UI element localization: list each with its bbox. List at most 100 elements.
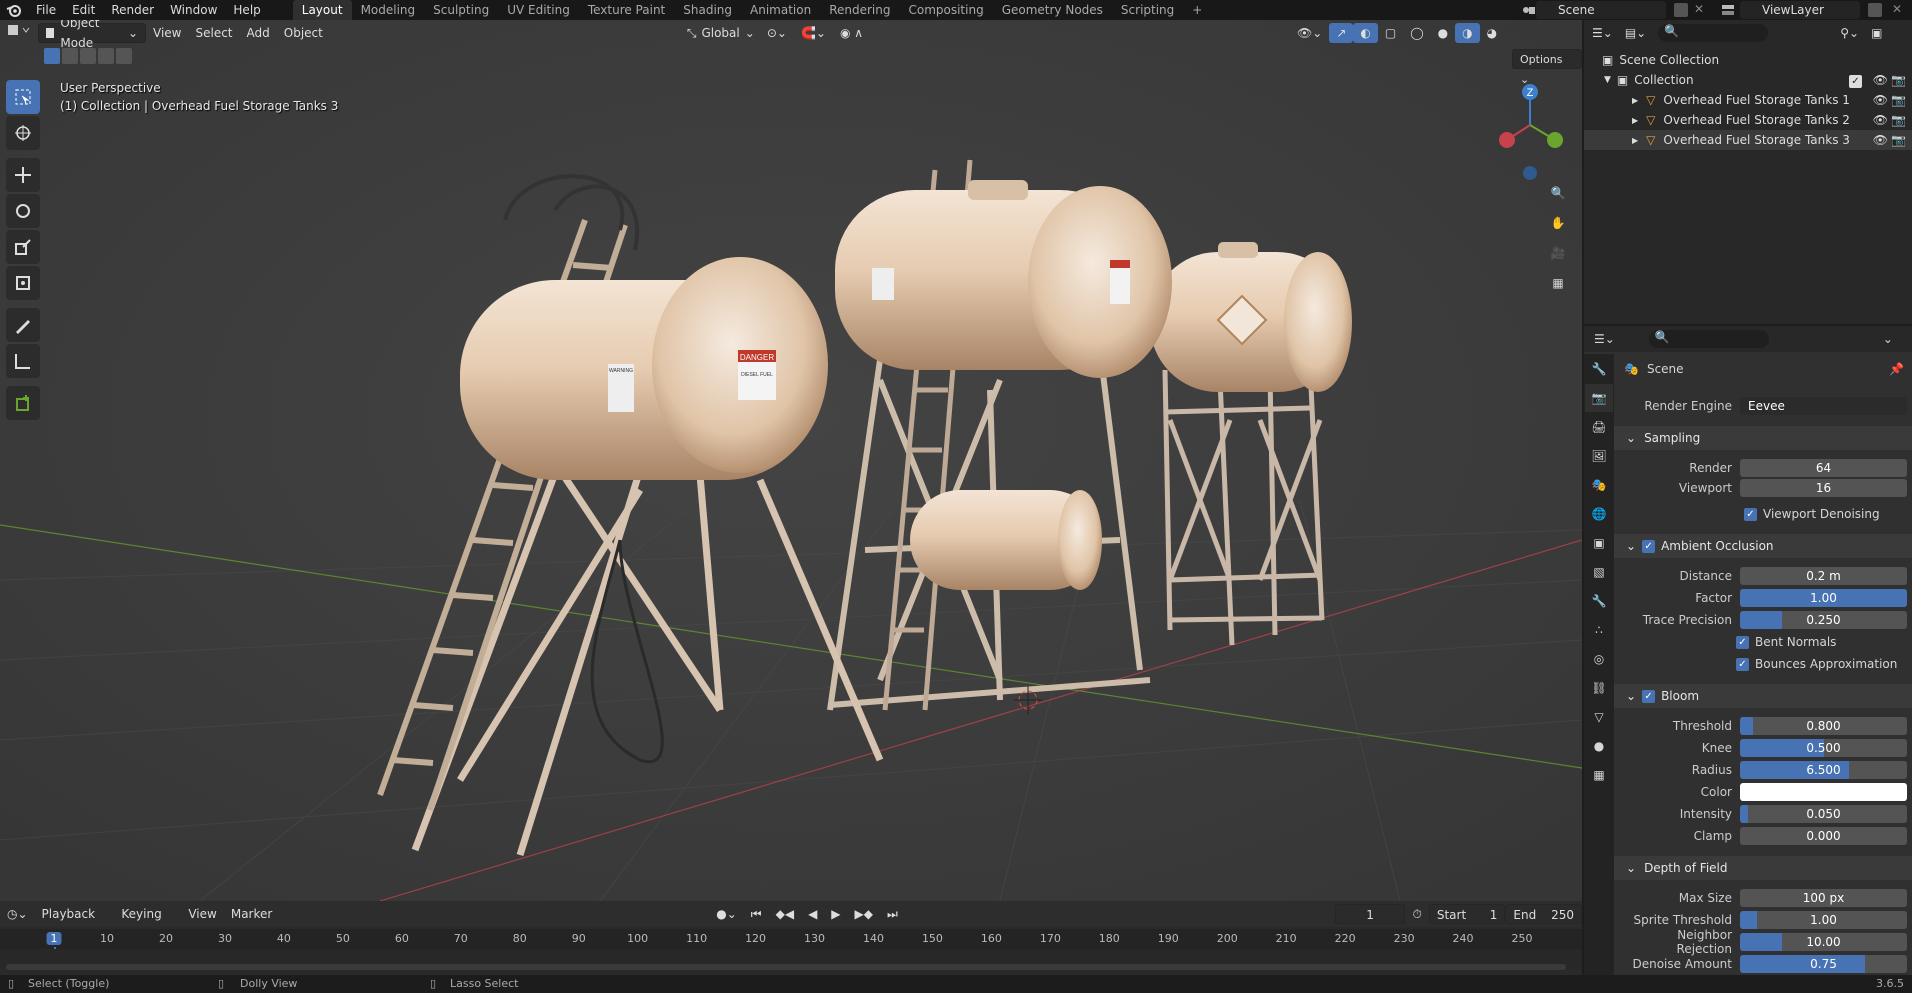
viewport-menu-object[interactable]: Object <box>277 23 330 43</box>
snap-icon[interactable]: 🧲⌄ <box>794 23 833 43</box>
outliner-scene-collection[interactable]: ▣ Scene Collection <box>1584 50 1912 70</box>
add-cube-tool-icon[interactable] <box>6 386 40 420</box>
constraints-tab-icon[interactable]: ⛓ <box>1585 674 1613 702</box>
dof-denoise-amount-slider[interactable]: 0.75 <box>1740 955 1907 973</box>
workspace-tab-animation[interactable]: Animation <box>741 0 820 20</box>
properties-search-input[interactable]: 🔍 <box>1648 330 1769 348</box>
tool-tab-icon[interactable]: 🔧 <box>1585 355 1613 383</box>
chevron-right-icon[interactable]: ▶ <box>1632 116 1638 125</box>
shading-solid-icon[interactable]: ● <box>1431 23 1455 43</box>
filter-icon[interactable]: ⚲⌄ <box>1840 26 1859 40</box>
ao-trace-precision-slider[interactable]: 0.250 <box>1740 611 1907 629</box>
jump-keyframe-forward-icon[interactable]: ▶◆ <box>848 904 880 924</box>
bloom-threshold-slider[interactable]: 0.800 <box>1740 717 1907 735</box>
view-layer-tab-icon[interactable]: 🖼 <box>1585 442 1613 470</box>
world-tab-icon[interactable]: 🌐 <box>1585 500 1613 528</box>
jump-start-icon[interactable]: ⏮ <box>744 904 769 924</box>
viewport-menu-select[interactable]: Select <box>188 23 239 43</box>
options-button[interactable]: Options ⌄ <box>1512 49 1582 86</box>
render-tab-icon[interactable]: 📷 <box>1585 384 1613 412</box>
transform-tool-icon[interactable] <box>6 266 40 300</box>
shading-wireframe-icon[interactable]: ◯ <box>1403 23 1430 43</box>
blender-logo-icon[interactable] <box>0 0 28 20</box>
timeline-view-menu[interactable]: View <box>181 904 223 924</box>
menu-window[interactable]: Window <box>162 0 225 20</box>
particles-tab-icon[interactable]: ∴ <box>1585 616 1613 644</box>
scene-tab-icon[interactable]: 🎭 <box>1585 471 1613 499</box>
eye-icon[interactable]: 👁 <box>1873 73 1888 87</box>
camera-render-icon[interactable]: 📷 <box>1891 73 1906 87</box>
select-invert-icon[interactable] <box>98 48 114 64</box>
add-workspace-icon[interactable]: + <box>1183 0 1211 20</box>
camera-view-icon[interactable]: 🎥 <box>1545 240 1571 266</box>
viewport-denoising-checkbox[interactable]: ✓ Viewport Denoising <box>1744 504 1912 524</box>
camera-render-icon[interactable]: 📷 <box>1891 93 1906 107</box>
chevron-right-icon[interactable]: ▶ <box>1632 136 1638 145</box>
eye-icon[interactable]: 👁 <box>1873 93 1888 107</box>
outliner-collection[interactable]: ▼ ▣ Collection ✓ 👁 📷 <box>1584 70 1912 90</box>
select-intersect-icon[interactable] <box>116 48 132 64</box>
dof-panel-header[interactable]: ⌄ Depth of Field <box>1614 856 1912 880</box>
new-scene-icon[interactable] <box>1674 3 1688 17</box>
object-tab-icon[interactable]: ▧ <box>1585 558 1613 586</box>
dof-neighbor-rejection-slider[interactable]: 10.00 <box>1740 933 1907 951</box>
xray-toggle-icon[interactable]: ▢ <box>1378 23 1403 43</box>
menu-help[interactable]: Help <box>225 0 268 20</box>
output-tab-icon[interactable]: 🖨 <box>1585 413 1613 441</box>
workspace-tab-geometry-nodes[interactable]: Geometry Nodes <box>993 0 1112 20</box>
mode-selector[interactable]: Object Mode ⌄ <box>38 20 146 50</box>
material-tab-icon[interactable]: ● <box>1585 732 1613 760</box>
play-icon[interactable]: ▶ <box>824 904 847 924</box>
menu-file[interactable]: File <box>28 0 64 20</box>
chevron-down-icon[interactable]: ▼ <box>1604 75 1611 85</box>
playback-menu[interactable]: Playback ⌄ <box>35 904 115 941</box>
camera-render-icon[interactable]: 📷 <box>1891 133 1906 147</box>
ao-panel-header[interactable]: ⌄ ✓ Ambient Occlusion <box>1614 534 1912 558</box>
move-tool-icon[interactable] <box>6 158 40 192</box>
overlay-toggle-icon[interactable]: ◐ <box>1353 23 1378 43</box>
workspace-tab-shading[interactable]: Shading <box>674 0 741 20</box>
workspace-tab-compositing[interactable]: Compositing <box>899 0 992 20</box>
select-subtract-icon[interactable] <box>80 48 96 64</box>
cursor-tool-icon[interactable] <box>6 116 40 150</box>
measure-tool-icon[interactable] <box>6 344 40 378</box>
navigation-gizmo[interactable]: Z <box>1490 80 1570 190</box>
select-new-icon[interactable] <box>44 48 60 64</box>
pivot-point-icon[interactable]: ⊙⌄ <box>760 23 794 43</box>
end-frame-field[interactable]: End 250 <box>1505 904 1582 924</box>
timeline-ruler[interactable]: 1 10 20 30 40 50 60 70 80 90 100 110 120 130 140 150 160… <box>0 929 1582 969</box>
stopwatch-icon[interactable]: ⏱ <box>1405 904 1428 924</box>
zoom-icon[interactable]: 🔍 <box>1545 180 1571 206</box>
viewport-menu-view[interactable]: View <box>146 23 188 43</box>
workspace-tab-sculpting[interactable]: Sculpting <box>424 0 498 20</box>
workspace-tab-texture-paint[interactable]: Texture Paint <box>579 0 674 20</box>
play-reverse-icon[interactable]: ◀ <box>801 904 824 924</box>
collection-tab-icon[interactable]: ▣ <box>1585 529 1613 557</box>
pin-icon[interactable]: 📌 <box>1889 362 1904 376</box>
ao-distance-field[interactable]: 0.2 m <box>1740 567 1907 585</box>
ao-factor-slider[interactable]: 1.00 <box>1740 589 1907 607</box>
start-frame-field[interactable]: Start 1 <box>1428 904 1506 924</box>
display-mode-icon[interactable]: ▤⌄ <box>1625 26 1646 40</box>
bloom-intensity-slider[interactable]: 0.050 <box>1740 805 1907 823</box>
scale-tool-icon[interactable] <box>6 230 40 264</box>
visibility-icon[interactable]: 👁⌄ <box>1290 23 1329 43</box>
new-view-layer-icon[interactable] <box>1868 3 1882 17</box>
jump-keyframe-back-icon[interactable]: ◆◀ <box>769 904 801 924</box>
ao-enable-checkbox[interactable]: ✓ <box>1642 539 1656 553</box>
current-frame-field[interactable]: 1 <box>1334 904 1406 924</box>
exclude-checkbox-icon[interactable]: ✓ <box>1849 73 1868 88</box>
timeline-scrollbar[interactable] <box>6 964 1566 970</box>
select-extend-icon[interactable] <box>62 48 78 64</box>
gizmo-toggle-icon[interactable]: ↗ <box>1329 23 1354 43</box>
keying-menu[interactable]: Keying ⌄ <box>114 904 181 941</box>
properties-editor-type-icon[interactable]: ☰⌄ <box>1594 332 1615 346</box>
marker-menu[interactable]: Marker <box>224 904 279 924</box>
workspace-tab-modeling[interactable]: Modeling <box>352 0 425 20</box>
delete-view-layer-icon[interactable]: ✕ <box>1892 2 1902 16</box>
scene-selector[interactable]: Scene <box>1536 1 1666 19</box>
editor-type-icon[interactable] <box>0 23 38 43</box>
data-tab-icon[interactable]: ▽ <box>1585 703 1613 731</box>
view-layer-icon[interactable] <box>1720 2 1736 18</box>
auto-keying-icon[interactable]: ●⌄ <box>709 904 744 924</box>
